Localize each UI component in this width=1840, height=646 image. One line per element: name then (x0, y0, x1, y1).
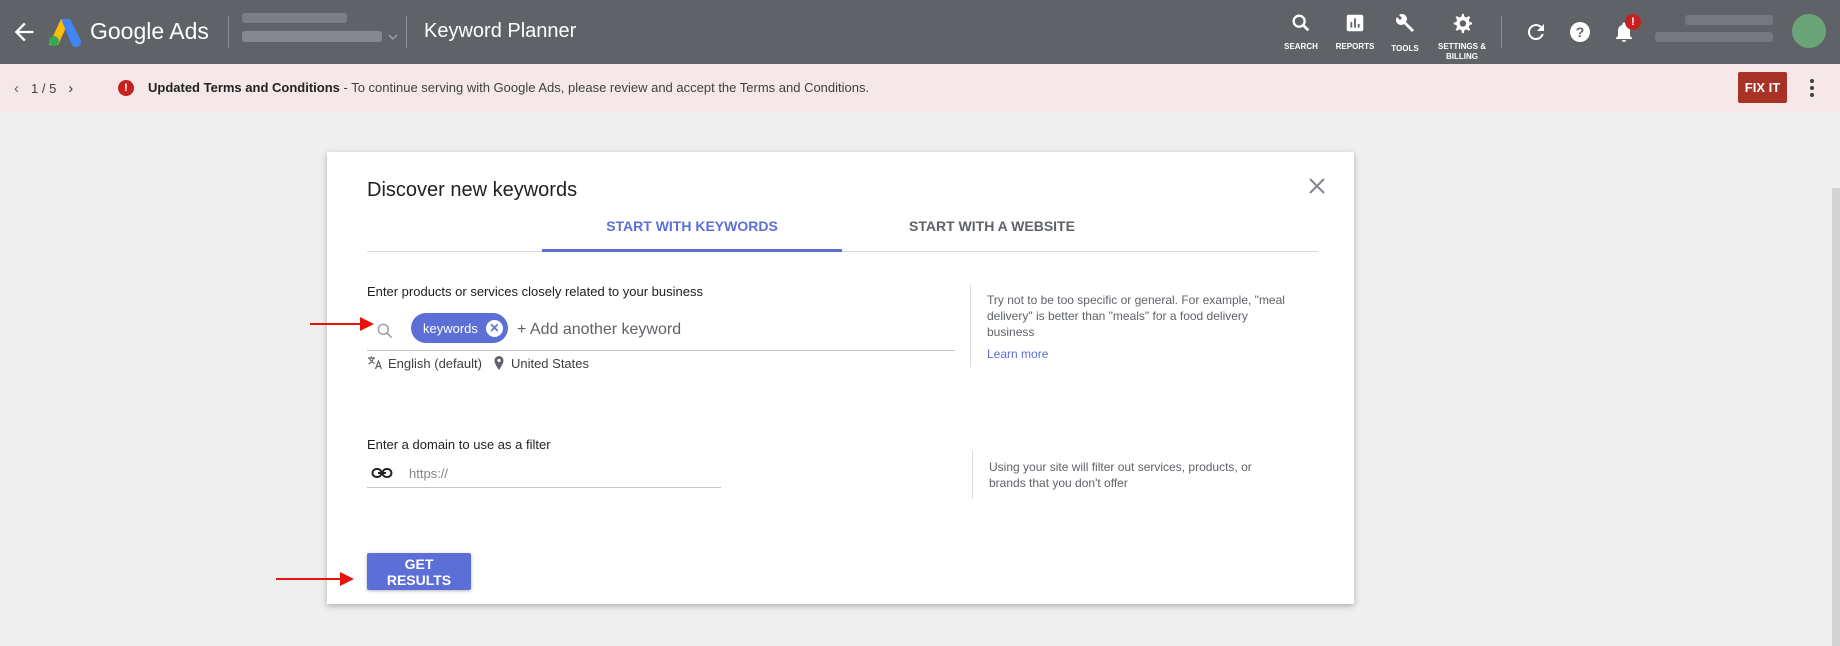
keywords-tip: Try not to be too specific or general. F… (987, 293, 1285, 339)
alert-icon: ! (118, 80, 134, 96)
brand-name[interactable]: Google Ads (90, 18, 209, 45)
get-results-button[interactable]: GET RESULTS (367, 553, 471, 590)
keywords-input-row: keywords ✕ (367, 312, 955, 351)
domain-input-row (367, 459, 721, 488)
user-email (1655, 32, 1773, 42)
search-icon (1292, 14, 1310, 32)
back-arrow-icon[interactable] (10, 18, 38, 46)
remove-keyword-icon[interactable]: ✕ (485, 319, 503, 337)
notice-pager: ‹ 1 / 5 › (14, 80, 73, 97)
divider (1501, 16, 1502, 48)
terms-notice-banner: ‹ 1 / 5 › ! Updated Terms and Conditions… (0, 64, 1840, 112)
language-label: English (default) (388, 355, 482, 371)
red-arrow-annotation (310, 317, 374, 331)
location-label: United States (510, 355, 589, 371)
targeting-settings: English (default) United States (367, 355, 589, 371)
notice-title: Updated Terms and Conditions (148, 80, 340, 95)
link-icon (371, 468, 393, 478)
add-keyword-input[interactable] (515, 314, 949, 346)
svg-text:?: ? (1576, 24, 1585, 40)
account-name (242, 31, 382, 42)
tab-divider (367, 251, 1318, 252)
location-pin-icon (494, 356, 504, 370)
app-header: Google Ads Keyword Planner SEARCH REPORT… (0, 0, 1840, 64)
divider (406, 16, 407, 48)
settings-billing-label: SETTINGS & BILLING (1437, 42, 1486, 61)
keyword-chip-label: keywords (423, 320, 478, 336)
divider (228, 16, 229, 48)
help-icon[interactable]: ? (1568, 20, 1592, 44)
location-selector[interactable]: United States (492, 355, 589, 371)
refresh-icon[interactable] (1524, 20, 1548, 44)
notice-page-count: 1 / 5 (31, 81, 57, 96)
search-icon[interactable] (375, 321, 395, 341)
google-ads-logo (49, 19, 82, 47)
language-selector[interactable]: English (default) (367, 355, 482, 371)
dialog-title: Discover new keywords (367, 179, 578, 201)
reports-icon (1346, 14, 1364, 32)
tip-divider (972, 451, 973, 499)
avatar[interactable] (1792, 14, 1826, 48)
user-name (1685, 15, 1773, 25)
previous-notice-button[interactable]: ‹ (14, 80, 19, 97)
keyword-chip[interactable]: keywords ✕ (411, 313, 508, 343)
tip-divider (970, 285, 971, 367)
active-tab-indicator (542, 249, 842, 252)
tab-start-with-website[interactable]: START WITH A WEBSITE (842, 218, 1142, 248)
tab-start-with-keywords[interactable]: START WITH KEYWORDS (542, 218, 842, 248)
discover-keywords-dialog: Discover new keywords START WITH KEYWORD… (327, 152, 1354, 604)
red-arrow-annotation (276, 572, 354, 586)
keywords-section-label: Enter products or services closely relat… (367, 284, 703, 299)
fix-it-button[interactable]: FIX IT (1738, 72, 1787, 103)
settings-billing-button[interactable]: SETTINGS & BILLING (1427, 12, 1497, 62)
gear-icon (1453, 13, 1473, 34)
chevron-down-icon (388, 33, 398, 40)
page-scrollbar[interactable] (1832, 188, 1840, 646)
translate-icon (368, 356, 383, 370)
learn-more-link[interactable]: Learn more (987, 347, 1048, 361)
account-id (242, 13, 347, 23)
more-options-icon[interactable] (1804, 76, 1820, 100)
wrench-icon (1396, 14, 1414, 32)
domain-tip: Using your site will filter out services… (989, 460, 1252, 490)
page-title: Keyword Planner (424, 20, 577, 42)
domain-section-label: Enter a domain to use as a filter (367, 437, 551, 452)
notification-badge: ! (1625, 14, 1641, 30)
close-icon[interactable] (1306, 175, 1328, 197)
notice-message: Updated Terms and Conditions - To contin… (148, 80, 869, 95)
account-switcher[interactable] (242, 13, 398, 42)
user-account-info[interactable] (1655, 15, 1773, 49)
domain-filter-input[interactable] (407, 461, 711, 485)
next-notice-button[interactable]: › (68, 80, 73, 97)
notice-text: - To continue serving with Google Ads, p… (339, 80, 870, 95)
